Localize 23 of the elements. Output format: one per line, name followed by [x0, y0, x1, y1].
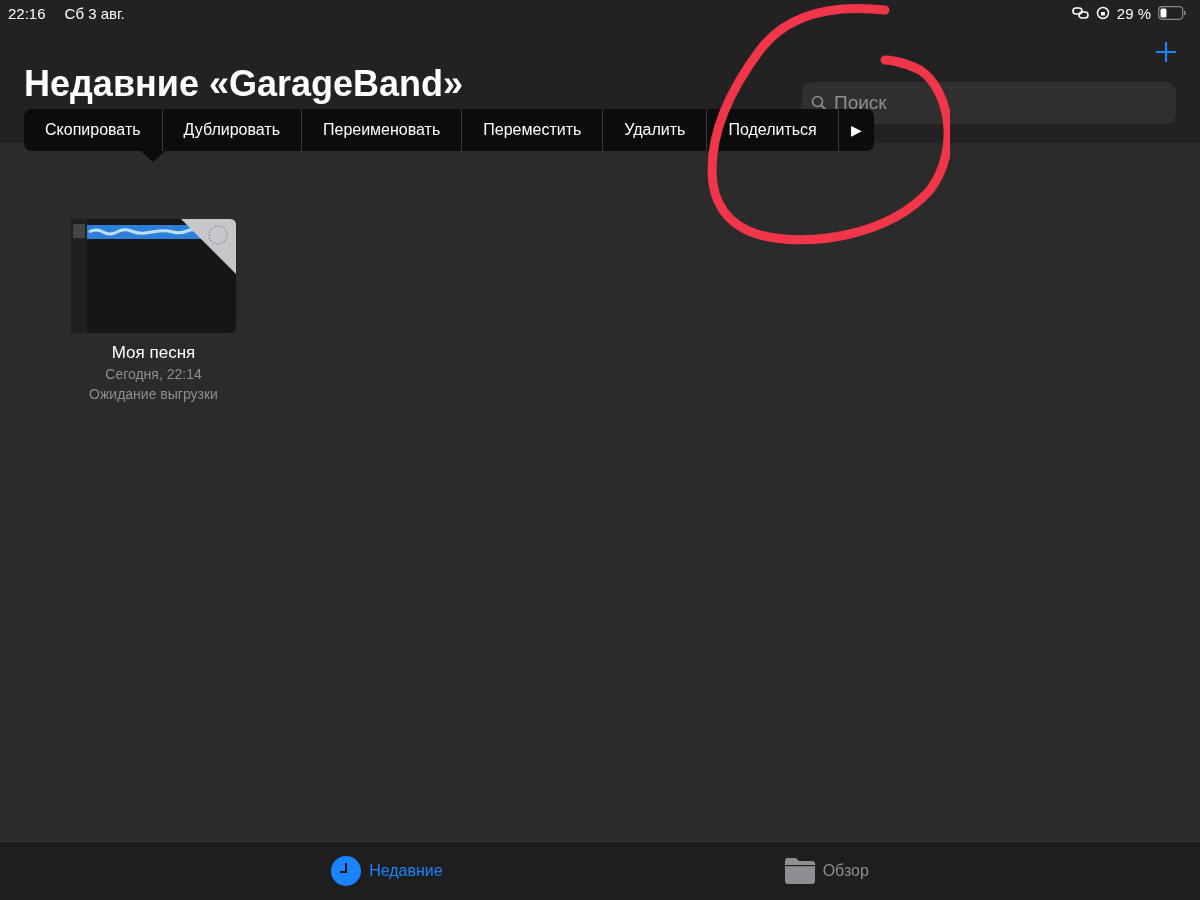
- menu-item[interactable]: Переименовать: [321, 109, 443, 151]
- rotation-lock-icon: [1095, 6, 1110, 20]
- tab[interactable]: Недавние: [325, 855, 449, 887]
- song-thumbnail[interactable]: [71, 219, 236, 333]
- file-name: Моя песня: [111, 343, 196, 363]
- search-icon: [811, 95, 827, 111]
- menu-item[interactable]: Дублировать: [181, 109, 282, 151]
- battery-icon: [1158, 6, 1186, 20]
- status-date: Сб 3 авг.: [64, 4, 125, 22]
- battery-percent: 29 %: [1116, 4, 1151, 22]
- file-date: Сегодня, 22:14: [105, 366, 202, 382]
- file-status: Ожидание выгрузки: [89, 386, 218, 402]
- menu-item[interactable]: Скопировать: [43, 109, 143, 151]
- menu-item[interactable]: Переместить: [481, 109, 584, 151]
- folder-icon: [784, 858, 815, 884]
- menu-item[interactable]: Удалить: [622, 109, 688, 151]
- link-icon: [1071, 7, 1089, 19]
- page-title: Недавние «GarageBand»: [24, 63, 464, 105]
- add-icon[interactable]: [1155, 41, 1177, 63]
- search-field[interactable]: Поиск: [802, 82, 1176, 124]
- tab[interactable]: Обзор: [778, 857, 875, 885]
- status-time: 22:16: [8, 4, 46, 22]
- clock-icon: [331, 856, 362, 886]
